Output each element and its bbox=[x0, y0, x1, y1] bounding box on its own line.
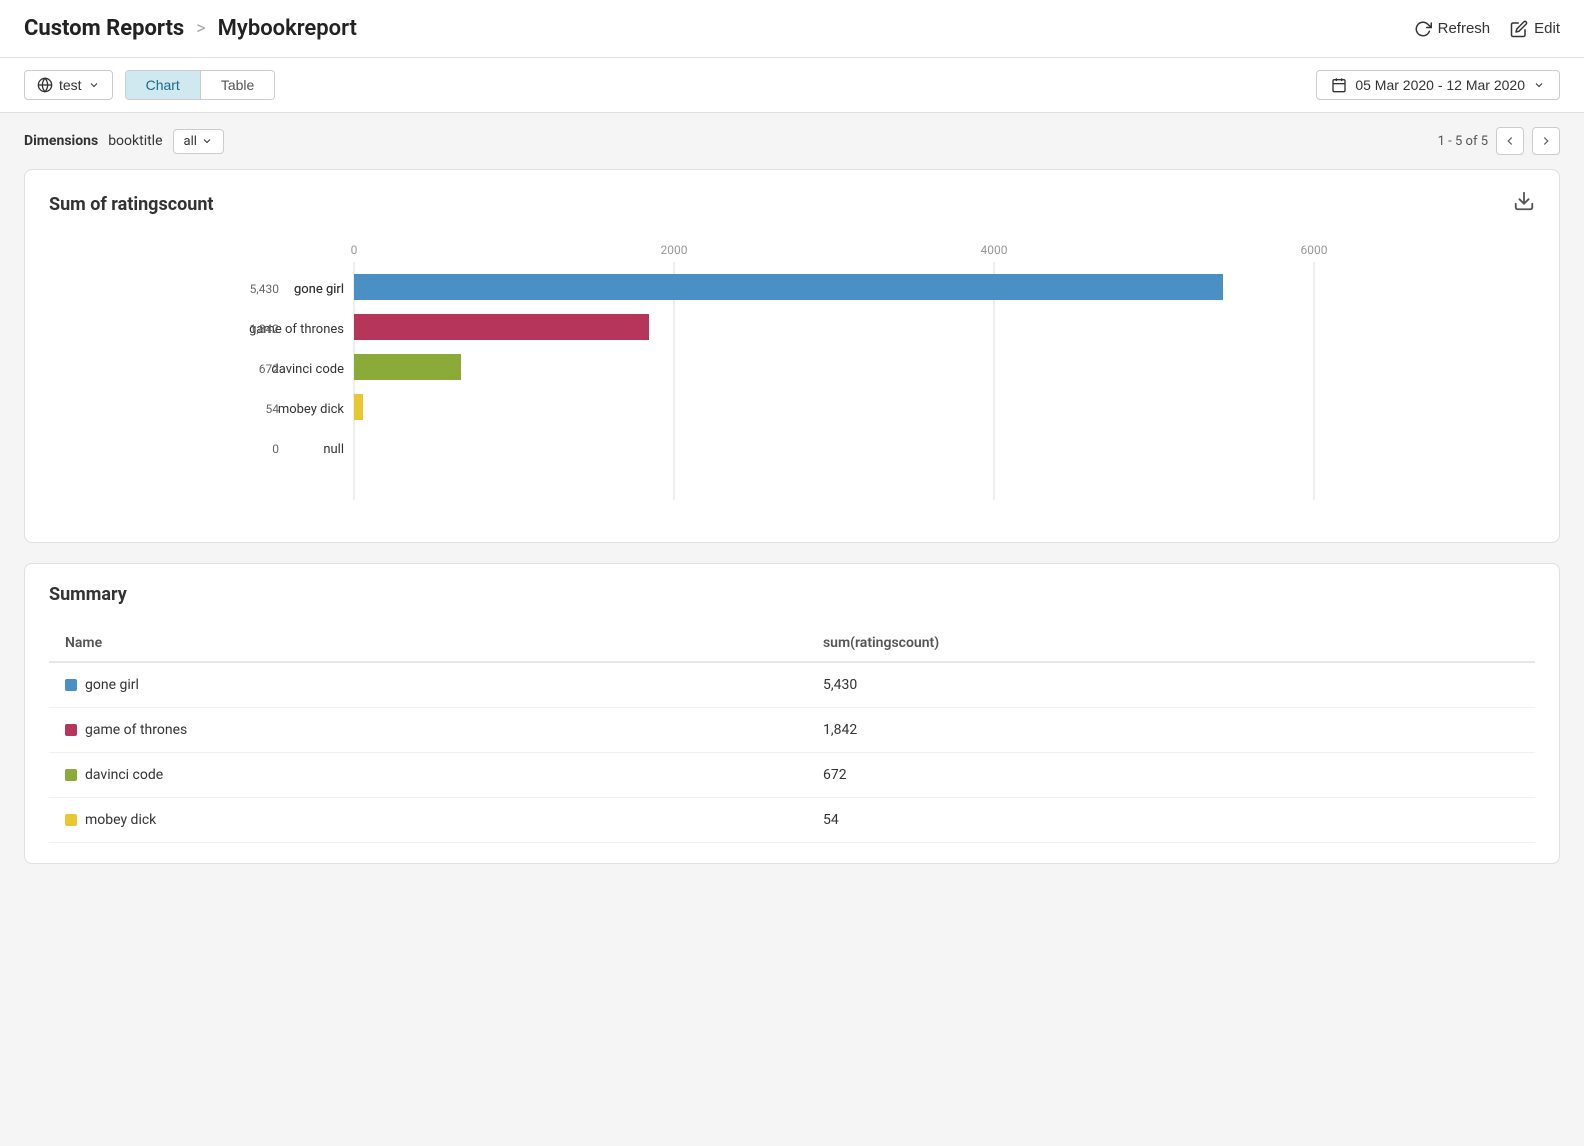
name-cell: game of thrones bbox=[49, 708, 807, 753]
edit-icon bbox=[1510, 20, 1528, 38]
bar-mobey-dick bbox=[354, 394, 363, 420]
pagination-area: 1 - 5 of 5 bbox=[1438, 127, 1560, 155]
color-indicator bbox=[65, 679, 77, 691]
bar-game-of-thrones bbox=[354, 314, 649, 340]
col-value-header: sum(ratingscount) bbox=[807, 625, 1535, 662]
svg-text:mobey dick: mobey dick bbox=[278, 402, 345, 417]
summary-card-header: Summary bbox=[49, 584, 1535, 605]
chevron-down-date-icon bbox=[1533, 79, 1545, 91]
download-icon bbox=[1513, 190, 1535, 212]
summary-table: Name sum(ratingscount) gone girl 5,430 g… bbox=[49, 625, 1535, 843]
svg-text:davinci code: davinci code bbox=[271, 362, 344, 377]
dimensions-field: booktitle bbox=[108, 133, 162, 149]
value-cell: 1,842 bbox=[807, 708, 1535, 753]
toolbar: test Chart Table 05 Mar 2020 - 12 Mar 20… bbox=[0, 58, 1584, 113]
table-row: game of thrones 1,842 bbox=[49, 708, 1535, 753]
header-actions: Refresh Edit bbox=[1414, 20, 1560, 38]
cards-area: Sum of ratingscount 0 2000 4000 6000 bbox=[0, 169, 1584, 888]
value-cell: 672 bbox=[807, 753, 1535, 798]
bar-davinci-code bbox=[354, 354, 461, 380]
chart-card: Sum of ratingscount 0 2000 4000 6000 bbox=[24, 169, 1560, 543]
globe-icon bbox=[37, 77, 53, 93]
custom-reports-title: Custom Reports bbox=[24, 16, 184, 41]
tab-chart[interactable]: Chart bbox=[126, 71, 201, 99]
date-range-button[interactable]: 05 Mar 2020 - 12 Mar 2020 bbox=[1316, 70, 1560, 100]
svg-text:5,430: 5,430 bbox=[250, 282, 280, 296]
calendar-icon bbox=[1331, 77, 1347, 93]
dimensions-bar: Dimensions booktitle all 1 - 5 of 5 bbox=[0, 113, 1584, 169]
view-tab-group: Chart Table bbox=[125, 70, 276, 100]
row-name: mobey dick bbox=[85, 812, 156, 828]
svg-text:1,842: 1,842 bbox=[250, 322, 280, 336]
globe-test-button[interactable]: test bbox=[24, 70, 113, 100]
table-row: gone girl 5,430 bbox=[49, 662, 1535, 708]
report-name-title: Mybookreport bbox=[218, 16, 357, 41]
row-name: davinci code bbox=[85, 767, 163, 783]
svg-text:gone girl: gone girl bbox=[294, 282, 344, 297]
page-header: Custom Reports > Mybookreport Refresh Ed… bbox=[0, 0, 1584, 58]
chart-svg-area: 0 2000 4000 6000 gone girl gone girl gon… bbox=[49, 238, 1535, 522]
dimensions-label: Dimensions bbox=[24, 133, 98, 149]
refresh-icon bbox=[1414, 20, 1432, 38]
svg-text:4000: 4000 bbox=[981, 243, 1008, 257]
svg-text:0: 0 bbox=[351, 243, 358, 257]
svg-text:0: 0 bbox=[272, 442, 279, 456]
svg-text:null: null bbox=[323, 442, 344, 457]
chevron-left-icon bbox=[1503, 134, 1517, 148]
svg-text:672: 672 bbox=[259, 362, 279, 376]
download-button[interactable] bbox=[1513, 190, 1535, 218]
chart-card-title: Sum of ratingscount bbox=[49, 194, 214, 215]
col-name-header: Name bbox=[49, 625, 807, 662]
refresh-button[interactable]: Refresh bbox=[1414, 20, 1491, 38]
breadcrumb-separator: > bbox=[196, 18, 205, 39]
prev-page-button[interactable] bbox=[1496, 127, 1524, 155]
svg-text:54: 54 bbox=[266, 402, 280, 416]
name-cell: mobey dick bbox=[49, 798, 807, 843]
filter-value: all bbox=[184, 134, 197, 149]
pagination-text: 1 - 5 of 5 bbox=[1438, 134, 1488, 149]
svg-text:2000: 2000 bbox=[661, 243, 688, 257]
value-cell: 54 bbox=[807, 798, 1535, 843]
chevron-down-icon bbox=[88, 79, 100, 91]
breadcrumb: Custom Reports > Mybookreport bbox=[24, 16, 357, 41]
summary-card-title: Summary bbox=[49, 584, 127, 605]
toolbar-left: test Chart Table bbox=[24, 70, 275, 100]
dimensions-left: Dimensions booktitle all bbox=[24, 129, 224, 154]
table-row: davinci code 672 bbox=[49, 753, 1535, 798]
row-name: gone girl bbox=[85, 677, 139, 693]
summary-card: Summary Name sum(ratingscount) gone girl… bbox=[24, 563, 1560, 864]
tab-table[interactable]: Table bbox=[201, 71, 274, 99]
next-page-button[interactable] bbox=[1532, 127, 1560, 155]
bar-chart: 0 2000 4000 6000 gone girl gone girl gon… bbox=[189, 238, 1519, 518]
name-cell: davinci code bbox=[49, 753, 807, 798]
color-indicator bbox=[65, 769, 77, 781]
globe-label: test bbox=[59, 77, 82, 93]
chevron-right-icon bbox=[1539, 134, 1553, 148]
color-indicator bbox=[65, 724, 77, 736]
edit-button[interactable]: Edit bbox=[1510, 20, 1560, 38]
row-name: game of thrones bbox=[85, 722, 187, 738]
date-range-label: 05 Mar 2020 - 12 Mar 2020 bbox=[1355, 77, 1525, 93]
name-cell: gone girl bbox=[49, 662, 807, 708]
dimensions-filter[interactable]: all bbox=[173, 129, 224, 154]
bar-gone-girl bbox=[354, 274, 1223, 300]
table-row: mobey dick 54 bbox=[49, 798, 1535, 843]
color-indicator bbox=[65, 814, 77, 826]
value-cell: 5,430 bbox=[807, 662, 1535, 708]
filter-chevron-icon bbox=[201, 135, 213, 147]
svg-text:6000: 6000 bbox=[1301, 243, 1328, 257]
chart-card-header: Sum of ratingscount bbox=[49, 190, 1535, 218]
